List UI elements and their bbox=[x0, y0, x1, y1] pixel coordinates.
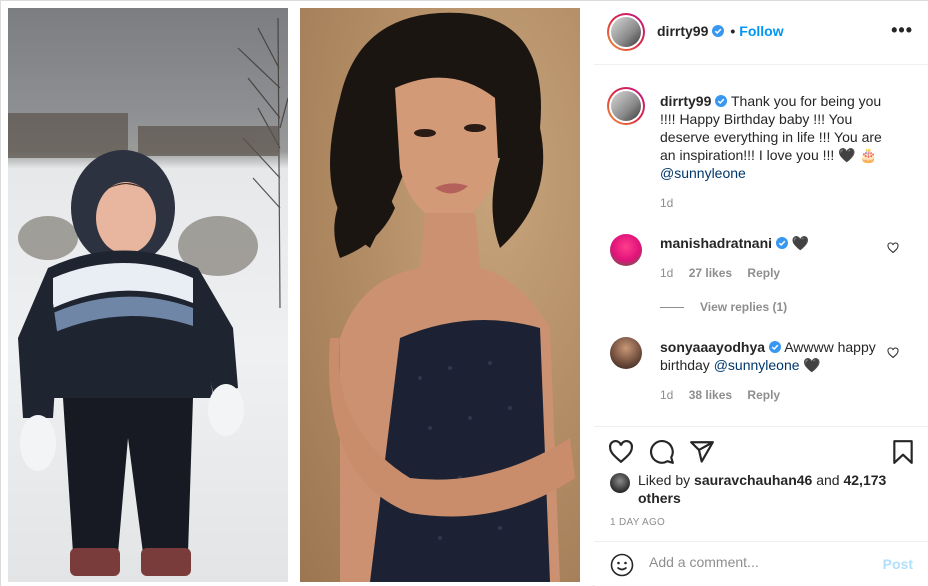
comment-avatar[interactable] bbox=[610, 337, 642, 369]
comment-icon[interactable] bbox=[649, 439, 675, 465]
comment-input[interactable] bbox=[649, 554, 869, 570]
view-replies-row[interactable]: View replies (1) bbox=[660, 298, 787, 314]
add-comment-bar: Post bbox=[594, 541, 928, 586]
author-avatar[interactable] bbox=[607, 13, 645, 51]
view-replies-button[interactable]: View replies (1) bbox=[700, 300, 787, 314]
replies-divider bbox=[660, 306, 684, 308]
action-bar bbox=[594, 426, 928, 476]
comment-meta: 1d 38 likes Reply bbox=[660, 388, 882, 402]
post-date[interactable]: 1 DAY AGO bbox=[610, 517, 665, 528]
more-options-icon[interactable]: ••• bbox=[891, 21, 913, 39]
bookmark-icon[interactable] bbox=[890, 439, 916, 465]
separator-dot: • bbox=[730, 23, 736, 39]
comment-body: manishadratnani 🖤 bbox=[660, 234, 880, 252]
comment-item: sonyaaayodhya Awwww happy birthday @sunn… bbox=[660, 338, 882, 402]
post-sidebar: dirrty99 • Follow ••• dirrty99 Thank you f… bbox=[594, 1, 928, 586]
child-photo-illustration bbox=[8, 17, 288, 576]
reply-button[interactable]: Reply bbox=[747, 266, 780, 280]
caption-body: dirrty99 Thank you for being you !!!! Ha… bbox=[660, 92, 892, 182]
verified-badge-icon bbox=[776, 237, 789, 249]
like-comment-heart-icon[interactable] bbox=[887, 242, 899, 254]
comment-likes[interactable]: 27 likes bbox=[689, 266, 732, 280]
share-icon[interactable] bbox=[689, 439, 715, 465]
avatar-image bbox=[611, 91, 641, 121]
emoji-icon[interactable] bbox=[610, 553, 634, 577]
comment-likes[interactable]: 38 likes bbox=[689, 388, 732, 402]
likes-summary: Liked by sauravchauhan46 and 42,173 othe… bbox=[610, 471, 910, 507]
comment-meta: 1d 27 likes Reply bbox=[660, 266, 880, 280]
comment-username[interactable]: manishadratnani bbox=[660, 235, 772, 251]
photo-portrait bbox=[300, 8, 580, 582]
reply-button[interactable]: Reply bbox=[747, 388, 780, 402]
avatar-image bbox=[611, 17, 641, 47]
comment-username[interactable]: sonyaaayodhya bbox=[660, 339, 765, 355]
portrait-illustration bbox=[329, 12, 575, 582]
comment-mention[interactable]: @sunnyleone bbox=[714, 357, 800, 373]
verified-badge-icon bbox=[715, 95, 728, 107]
instagram-post: dirrty99 • Follow ••• dirrty99 Thank you f… bbox=[0, 0, 928, 586]
heart-icon[interactable] bbox=[608, 439, 634, 465]
verified-badge-icon bbox=[712, 25, 725, 37]
caption-username[interactable]: dirrty99 bbox=[660, 93, 711, 109]
comment-body: sonyaaayodhya Awwww happy birthday @sunn… bbox=[660, 338, 882, 374]
comment-avatar[interactable] bbox=[610, 234, 642, 266]
header-user-line: dirrty99 • Follow bbox=[657, 23, 784, 39]
comment-time[interactable]: 1d bbox=[660, 266, 673, 280]
post-media[interactable] bbox=[1, 1, 593, 586]
liker-username[interactable]: sauravchauhan46 bbox=[694, 472, 812, 488]
photo-child-in-snow bbox=[8, 8, 288, 582]
author-username[interactable]: dirrty99 bbox=[657, 23, 708, 39]
likes-and: and bbox=[816, 472, 840, 488]
caption-mention[interactable]: @sunnyleone bbox=[660, 165, 746, 181]
like-comment-heart-icon[interactable] bbox=[887, 347, 899, 359]
post-header: dirrty99 • Follow ••• bbox=[594, 1, 928, 65]
comment-text: 🖤 bbox=[791, 235, 810, 251]
liked-by-prefix: Liked by bbox=[638, 472, 691, 488]
caption-time[interactable]: 1d bbox=[660, 196, 892, 210]
caption-avatar[interactable] bbox=[607, 87, 645, 125]
comment-time[interactable]: 1d bbox=[660, 388, 673, 402]
follow-button[interactable]: Follow bbox=[739, 23, 783, 39]
comment-item: manishadratnani 🖤 1d 27 likes Reply bbox=[660, 234, 880, 280]
comments-area[interactable]: dirrty99 Thank you for being you !!!! Ha… bbox=[594, 66, 928, 426]
caption: dirrty99 Thank you for being you !!!! Ha… bbox=[660, 92, 892, 210]
comment-emoji: 🖤 bbox=[803, 357, 821, 373]
likes-text: Liked by sauravchauhan46 and 42,173 othe… bbox=[638, 471, 910, 507]
liker-avatar[interactable] bbox=[610, 473, 630, 493]
post-comment-button[interactable]: Post bbox=[883, 556, 913, 572]
verified-badge-icon bbox=[769, 341, 782, 353]
